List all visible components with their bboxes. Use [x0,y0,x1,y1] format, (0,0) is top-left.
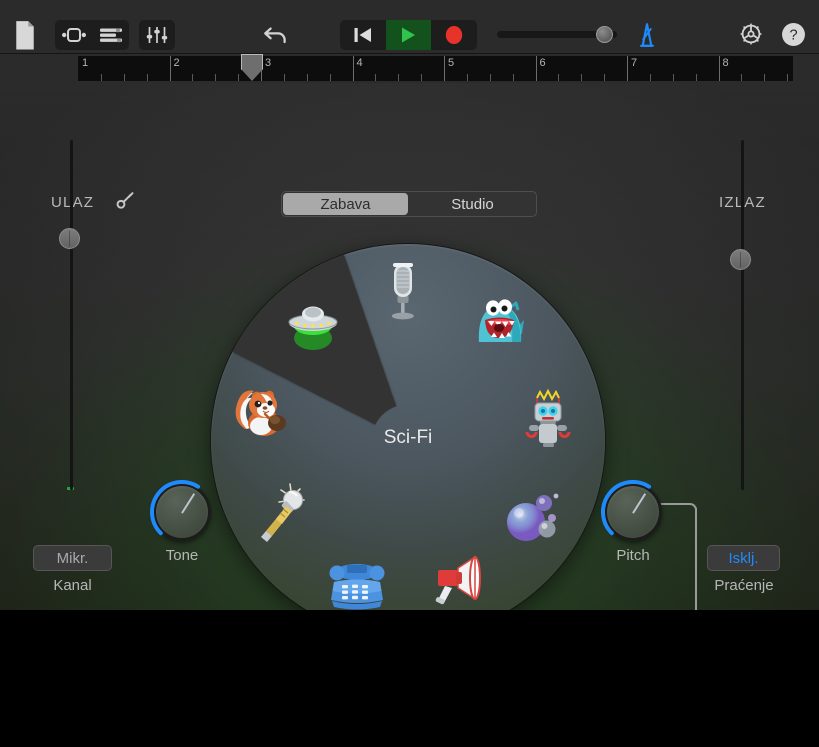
track-view-icon[interactable] [92,20,129,50]
ruler-bar-number: 2 [174,57,180,69]
ruler-tick [604,74,605,81]
ruler-tick [101,74,102,81]
ruler-tick [284,74,285,81]
play-button[interactable] [386,20,432,50]
pitch-knob-label: Pitch [582,547,684,564]
chipmunk-effect[interactable] [231,377,299,445]
master-volume-slider[interactable] [497,27,617,41]
ruler-tick [307,74,308,81]
ruler-bar-line [261,56,262,81]
input-channel-button[interactable]: Mikr. [33,545,112,571]
help-icon[interactable]: ? [781,22,806,47]
vocal-effects-wheel[interactable]: Sci-Fi [211,244,605,610]
ruler-tick [581,74,582,81]
ruler-tick [696,74,697,81]
megaphone-effect[interactable] [423,544,491,610]
ruler-bar-number: 7 [631,57,637,69]
timeline-ruler-bar: 12345678 + [0,54,819,83]
metronome-icon[interactable] [633,21,661,49]
input-channel-label: Kanal [33,577,112,594]
ruler-tick [467,74,468,81]
ruler-tick [490,74,491,81]
ufo-effect[interactable] [279,292,347,360]
tone-knob-label: Tone [131,547,233,564]
gear-icon[interactable] [738,21,764,47]
monitor-label: Praćenje [699,577,789,594]
monster-effect[interactable] [467,290,535,358]
ruler-tick [513,74,514,81]
ruler-bar-line [627,56,628,81]
audio-recorder-stage: Zabava Studio ULAZ Mikr. Kanal IZLAZ Isk… [0,83,819,610]
pitch-knob-cable [660,503,697,517]
monitor-button[interactable]: Isklj. [707,545,780,571]
rewind-button[interactable] [340,20,386,50]
ruler-bar-line [444,56,445,81]
bubbles-effect[interactable] [500,482,568,550]
vintage-mic-effect[interactable] [374,258,442,326]
input-fader-track [70,140,73,490]
input-fader-knob[interactable] [59,228,80,249]
ruler-bar-number: 3 [265,57,271,69]
view-toggle-group [55,20,129,50]
ruler-bar-number: 8 [723,57,729,69]
ruler-tick [375,74,376,81]
ruler-bar-number: 1 [82,57,88,69]
ruler-tick [787,74,788,81]
mixer-button[interactable] [139,20,175,50]
ruler-bar-number: 6 [540,57,546,69]
document-icon[interactable] [13,20,37,50]
mode-segmented-control: Zabava Studio [281,191,537,217]
ruler-tick [558,74,559,81]
ruler-tick [650,74,651,81]
ruler-bar-line [719,56,720,81]
ruler-bar-number: 4 [357,57,363,69]
robot-effect[interactable] [517,386,585,454]
ruler-bar-line [536,56,537,81]
ruler-tick [764,74,765,81]
loop-browser-icon[interactable] [55,20,92,50]
timeline-ruler[interactable]: 1 2 3 4 5 6 7 8 [78,56,793,81]
handheld-mic-effect[interactable] [248,478,316,546]
master-volume-knob[interactable] [596,26,613,43]
tab-studio[interactable]: Studio [410,193,535,215]
svg-text:?: ? [789,28,797,44]
ruler-bar-line [353,56,354,81]
output-fader-track [741,140,744,490]
ruler-tick [741,74,742,81]
tab-zabava[interactable]: Zabava [283,193,408,215]
telephone-effect[interactable] [323,552,391,610]
ruler-tick [147,74,148,81]
ruler-bar-number: 5 [448,57,454,69]
ruler-tick [124,74,125,81]
ruler-tick [673,74,674,81]
top-toolbar: ? [0,0,819,54]
ruler-tick [421,74,422,81]
ruler-tick [215,74,216,81]
transport-controls [340,20,477,50]
ruler-tick [238,74,239,81]
ruler-tick [192,74,193,81]
ruler-bar-line [170,56,171,81]
output-fader-knob[interactable] [730,249,751,270]
ruler-tick [398,74,399,81]
guitar-plug-icon[interactable] [113,191,137,215]
undo-icon[interactable] [262,21,290,49]
ruler-tick [330,74,331,81]
mic-stand-line-right [695,508,697,610]
record-button[interactable] [431,20,477,50]
